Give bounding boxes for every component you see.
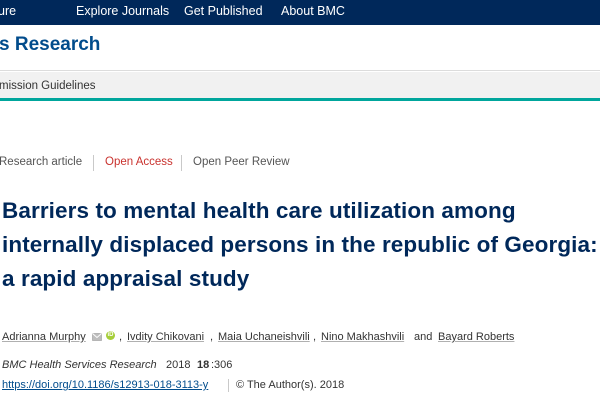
author-link[interactable]: Adrianna Murphy [2, 331, 86, 343]
open-access-badge[interactable]: Open Access [105, 156, 173, 168]
doi-link[interactable]: https://doi.org/10.1186/s12913-018-3113-… [2, 379, 208, 391]
nav-about-bmc[interactable]: About BMC [281, 4, 345, 18]
meta-divider [93, 155, 94, 171]
author-link[interactable]: Nino Makhashvili [321, 331, 404, 343]
author-link[interactable]: Ivdity Chikovani [127, 331, 204, 343]
nav-get-published[interactable]: Get Published [184, 4, 263, 18]
author-separator: , [210, 331, 214, 343]
citation-journal: BMC Health Services Research [2, 359, 157, 371]
journal-title[interactable]: s Research [0, 34, 100, 56]
article-type: Research article [0, 156, 83, 168]
citation-year: 2018 [166, 359, 191, 371]
article-title: Barriers to mental health care utilizati… [2, 198, 598, 291]
mail-icon[interactable] [92, 333, 102, 341]
brand-link[interactable]: ure [0, 4, 16, 18]
meta-divider [181, 155, 182, 171]
copyright-text: © The Author(s). 2018 [236, 379, 345, 391]
nav-explore-journals[interactable]: Explore Journals [76, 4, 169, 18]
citation-divider [228, 379, 229, 392]
subnav-submission-guidelines[interactable]: mission Guidelines [0, 80, 96, 92]
top-navigation: ure Explore Journals Get Published About… [0, 0, 600, 25]
author-separator: , [119, 331, 123, 343]
author-link[interactable]: Maia Uchaneishvili [218, 331, 310, 343]
journal-header: s Research [0, 25, 600, 71]
author-separator: and [414, 331, 433, 343]
orcid-icon[interactable]: iD [106, 331, 115, 340]
open-peer-review-link[interactable]: Open Peer Review [193, 156, 290, 168]
citation-article-number: :306 [211, 359, 233, 371]
citation-volume: 18 [197, 359, 210, 371]
author-link[interactable]: Bayard Roberts [438, 331, 514, 343]
journal-subnav: mission Guidelines [0, 72, 600, 101]
author-separator: , [313, 331, 317, 343]
